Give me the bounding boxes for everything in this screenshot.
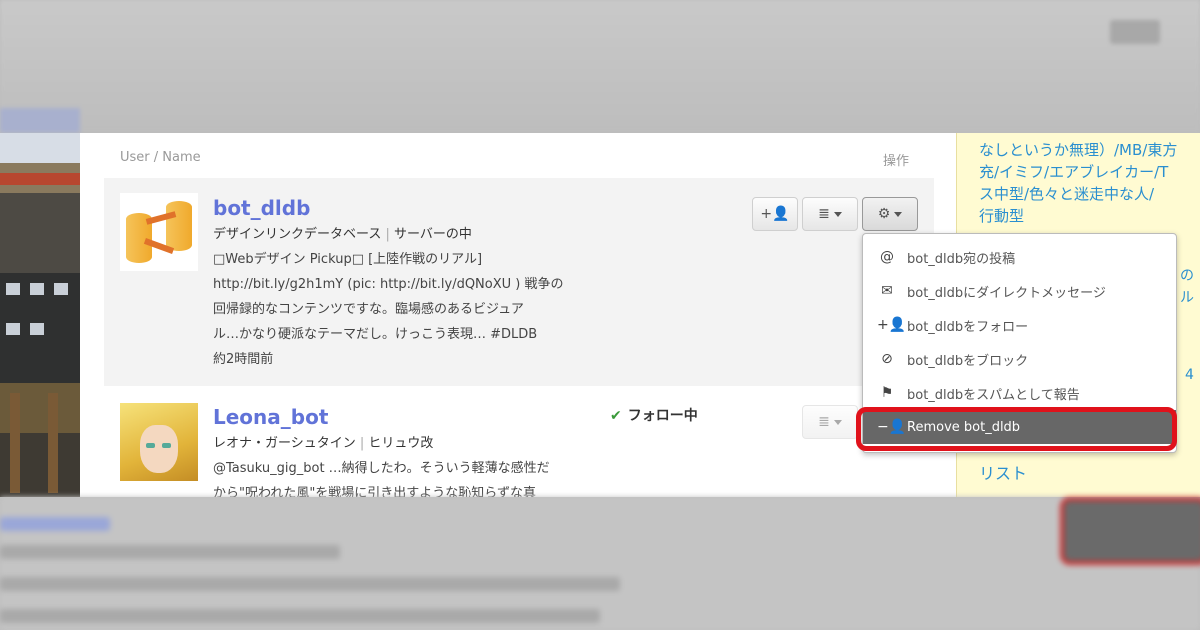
separator: | [359, 436, 365, 451]
menu-item-block[interactable]: ⊘ bot_dldbをブロック [863, 342, 1176, 376]
separator: | [385, 227, 390, 242]
block-icon: ⊘ [881, 351, 893, 367]
blurred-element [0, 609, 600, 623]
blurred-element [0, 517, 110, 531]
gear-icon: ⚙ [877, 206, 891, 222]
user-description: レオナ・ガーシュタイン | ヒリュウ改 [213, 431, 433, 456]
database-icon [166, 201, 192, 251]
follow-icon: +👤 [877, 317, 907, 333]
blurred-element [0, 545, 340, 559]
photo-detail [0, 173, 80, 185]
follow-button[interactable]: +👤 [752, 197, 798, 231]
username-link[interactable]: Leona_bot [213, 405, 328, 429]
character-face [140, 425, 178, 473]
sidebar-fragment: の [1180, 268, 1194, 284]
user-subtitle: ヒリュウ改 [368, 436, 434, 451]
photo-detail [6, 283, 20, 295]
chevron-down-icon [894, 211, 903, 217]
envelope-icon: ✉ [881, 283, 893, 299]
photo-detail [10, 393, 20, 493]
latest-tweet: @Tasuku_gig_bot …納得したわ。そういう軽薄な感性だ から"呪われ… [213, 456, 613, 497]
background-photo [0, 133, 80, 497]
bio-line: ス中型/色々と迷走中な人/ [979, 185, 1155, 203]
menu-item-label: bot_dldbをスパムとして報告 [907, 387, 1080, 403]
latest-tweet: □Webデザイン Pickup□ [上陸作戦のリアル] http://bit.l… [213, 247, 613, 372]
add-user-icon: +👤 [760, 206, 790, 222]
avatar[interactable] [120, 403, 198, 481]
spam-icon: ⚑ [880, 385, 894, 401]
menu-item-label: bot_dldbをフォロー [907, 319, 1029, 335]
photo-detail [6, 323, 20, 335]
display-name: デザインリンクデータベース [213, 227, 382, 242]
menu-item-label: bot_dldbにダイレクトメッセージ [907, 285, 1106, 301]
photo-detail [30, 283, 44, 295]
tweet-line: から"呪われた風"を戦場に引き出すような恥知らずな真 [213, 486, 537, 497]
photo-detail [48, 393, 58, 493]
blurred-element [0, 108, 80, 133]
character-eye [146, 443, 155, 448]
user-subtitle: サーバーの中 [394, 227, 472, 242]
list-menu-button[interactable]: ≣ [802, 197, 858, 231]
sidebar-fragment: ル [1180, 290, 1194, 306]
lists-link[interactable]: リスト [979, 460, 1027, 484]
blurred-element [0, 577, 620, 591]
following-label: フォロー中 [627, 408, 698, 424]
character-eye [162, 443, 171, 448]
photo-detail [54, 283, 68, 295]
sidebar-fragment: 4 [1185, 367, 1194, 383]
list-icon: ≣ [818, 414, 830, 430]
blurred-element [1060, 497, 1200, 565]
check-icon: ✔ [610, 408, 622, 424]
username-link[interactable]: bot_dldb [213, 196, 310, 220]
bio-line: なしというか無理）/MB/東方 [979, 141, 1178, 159]
tweet-line: @Tasuku_gig_bot …納得したわ。そういう軽薄な感性だ [213, 461, 550, 476]
menu-item-label: bot_dldb宛の投稿 [907, 251, 1016, 267]
column-header-user: User / Name [120, 150, 201, 165]
user-list-table: User / Name 操作 bot_dldb デザインリンクデータベース | … [80, 133, 956, 497]
annotation-highlight [856, 407, 1177, 451]
display-name: レオナ・ガーシュタイン [213, 436, 356, 451]
tweet-line: ル…かなり硬派なテーマだし。けっこう表現… #DLDB [213, 327, 538, 342]
menu-item-follow[interactable]: +👤 bot_dldbをフォロー [863, 308, 1176, 342]
user-description: デザインリンクデータベース | サーバーの中 [213, 222, 472, 247]
column-header-operations: 操作 [883, 154, 910, 169]
actions-menu-button[interactable]: ⚙ [862, 197, 918, 231]
at-icon: @ [880, 249, 894, 265]
menu-item-mention[interactable]: @ bot_dldb宛の投稿 [863, 240, 1176, 274]
bio-line: 行動型 [979, 207, 1025, 225]
list-menu-button[interactable]: ≣ [802, 405, 858, 439]
list-icon: ≣ [818, 206, 830, 222]
profile-bio: なしというか無理）/MB/東方 充/イミフ/エアブレイカー/T ス中型/色々と迷… [979, 139, 1200, 227]
chevron-down-icon [833, 419, 842, 425]
blurred-element [1110, 20, 1160, 44]
avatar[interactable] [120, 193, 198, 271]
tweet-line: □Webデザイン Pickup□ [上陸作戦のリアル] [213, 252, 483, 267]
tweet-timestamp: 約2時間前 [213, 352, 274, 367]
menu-item-label: bot_dldbをブロック [907, 353, 1029, 369]
following-status: ✔ フォロー中 [610, 405, 698, 425]
photo-detail [30, 323, 44, 335]
blurred-bottom-region [0, 497, 1200, 630]
screenshot-band: User / Name 操作 bot_dldb デザインリンクデータベース | … [0, 133, 1200, 497]
menu-item-report-spam[interactable]: ⚑ bot_dldbをスパムとして報告 [863, 376, 1176, 410]
bio-line: 充/イミフ/エアブレイカー/T [979, 163, 1169, 181]
menu-item-direct-message[interactable]: ✉ bot_dldbにダイレクトメッセージ [863, 274, 1176, 308]
blurred-top-region [0, 0, 1200, 133]
chevron-down-icon [833, 211, 842, 217]
tweet-line: http://bit.ly/g2h1mY (pic: http://bit.ly… [213, 277, 564, 292]
tweet-line: 回帰録的なコンテンツですな。臨場感のあるビジュア [213, 302, 524, 317]
